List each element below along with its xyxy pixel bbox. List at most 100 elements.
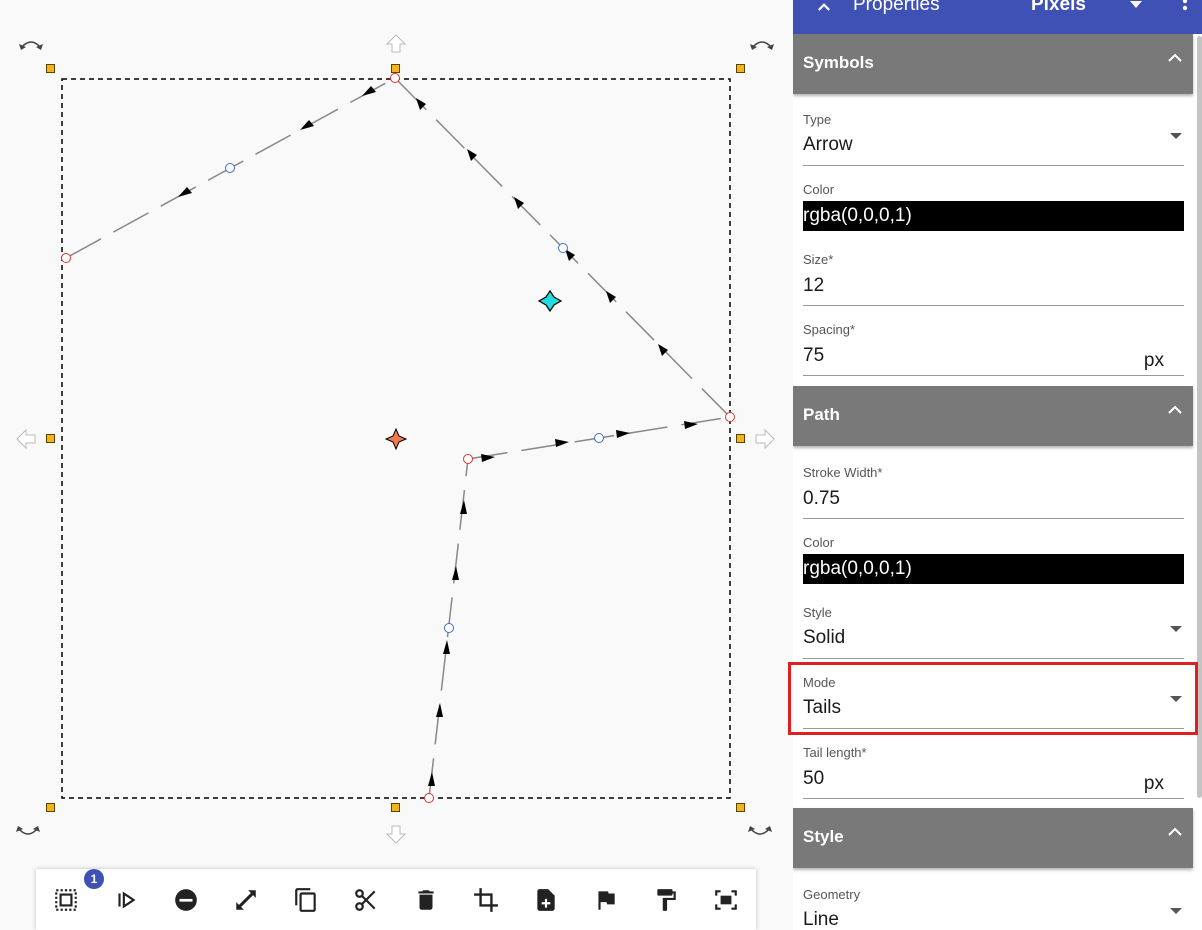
collapse-chevron-up-icon[interactable] xyxy=(815,0,833,16)
scale-handle-bottom-left[interactable] xyxy=(46,803,55,812)
path-style-select[interactable]: Style Solid xyxy=(803,605,1184,660)
rotate-handle-top-left-icon[interactable] xyxy=(19,41,43,50)
play-icon xyxy=(118,891,136,909)
arrow-symbol xyxy=(436,703,443,717)
format-paint-button[interactable] xyxy=(652,886,680,914)
units-dropdown-caret-icon[interactable] xyxy=(1129,0,1143,10)
resize-arrow-right-icon[interactable] xyxy=(755,428,775,450)
tail-length-input[interactable]: Tail length* 50 px xyxy=(803,745,1184,800)
midpoint-handle[interactable] xyxy=(594,433,604,443)
flag-button[interactable] xyxy=(592,886,620,914)
canvas-drawing xyxy=(16,34,775,844)
resize-arrow-left-icon[interactable] xyxy=(16,428,36,450)
scale-handle-bottom-right[interactable] xyxy=(736,803,745,812)
field-value: Arrow xyxy=(803,134,853,155)
scale-handle-left[interactable] xyxy=(46,434,55,443)
symbol-size-input[interactable]: Size* 12 xyxy=(803,252,1184,307)
vertex-point[interactable] xyxy=(390,73,400,83)
section-title: Style xyxy=(803,827,844,846)
vertex-point[interactable] xyxy=(725,412,735,422)
midpoint-handle[interactable] xyxy=(444,623,454,633)
field-label: Size* xyxy=(803,252,834,267)
arrow-symbol xyxy=(606,291,616,303)
field-unit: px xyxy=(1143,350,1164,371)
center-marker-icon[interactable] xyxy=(384,427,408,451)
note-add-icon xyxy=(537,889,555,911)
resize-arrow-up-icon[interactable] xyxy=(385,34,407,53)
vertex-point[interactable] xyxy=(61,253,71,263)
path-mode-select[interactable]: Mode Tails xyxy=(803,675,1184,730)
section-symbols-header[interactable]: Symbols xyxy=(793,34,1193,94)
more-vert-icon[interactable] xyxy=(1180,0,1190,18)
crop-icon xyxy=(474,888,498,912)
dropdown-caret-icon xyxy=(1170,696,1182,702)
field-label: Stroke Width* xyxy=(803,465,883,480)
resize-arrow-down-icon[interactable] xyxy=(385,825,407,844)
field-value: Tails xyxy=(803,697,842,718)
drawing-canvas[interactable] xyxy=(0,0,793,930)
scale-handle-bottom[interactable] xyxy=(391,803,400,812)
panel-header: Properties Pixels xyxy=(793,0,1202,34)
crop-button[interactable] xyxy=(472,886,500,914)
arrow-symbol xyxy=(443,640,450,654)
pivot-marker-icon[interactable] xyxy=(537,289,563,313)
delete-button[interactable] xyxy=(412,886,440,914)
add-page-button[interactable] xyxy=(532,886,560,914)
arrow-symbol xyxy=(555,439,569,447)
field-label: Type xyxy=(803,112,832,127)
arrow-symbol xyxy=(362,86,376,96)
field-value: 50 xyxy=(803,768,825,789)
format-paint-icon xyxy=(657,889,676,911)
scale-handle-top-right[interactable] xyxy=(736,64,745,73)
cut-button[interactable] xyxy=(352,886,380,914)
section-style-header[interactable]: Style xyxy=(793,808,1193,868)
field-label: Tail length* xyxy=(803,745,867,760)
arrow-symbol xyxy=(658,344,668,356)
dropdown-caret-icon xyxy=(1170,626,1182,632)
arrow-symbol xyxy=(428,772,435,786)
stroke-width-input[interactable]: Stroke Width* 0.75 xyxy=(803,465,1184,520)
symbol-color-field[interactable]: Color rgba(0,0,0,1) xyxy=(803,182,1184,234)
symbol-type-select[interactable]: Type Arrow xyxy=(803,112,1184,167)
scissors-icon xyxy=(355,889,376,911)
path-color-field[interactable]: Color rgba(0,0,0,1) xyxy=(803,535,1184,587)
chevron-up-icon xyxy=(1168,53,1182,62)
trash-icon xyxy=(418,890,434,910)
rotate-handle-top-right-icon[interactable] xyxy=(750,41,774,50)
copy-icon xyxy=(295,888,316,912)
section-title: Symbols xyxy=(803,53,874,72)
resize-button[interactable] xyxy=(232,886,260,914)
scale-handle-right[interactable] xyxy=(736,434,745,443)
play-button[interactable] xyxy=(112,886,140,914)
arrow-symbol xyxy=(178,187,192,197)
symbol-spacing-input[interactable]: Spacing* 75 px xyxy=(803,322,1184,377)
arrow-symbol xyxy=(460,500,467,514)
vertex-point[interactable] xyxy=(424,793,434,803)
remove-circle-icon xyxy=(175,889,197,911)
midpoint-handle[interactable] xyxy=(225,163,235,173)
copy-button[interactable] xyxy=(292,886,320,914)
scale-handle-top[interactable] xyxy=(391,64,400,73)
rotate-handle-bottom-left-icon[interactable] xyxy=(16,826,40,835)
scale-handle-top-left[interactable] xyxy=(46,64,55,73)
color-swatch[interactable]: rgba(0,0,0,1) xyxy=(803,201,1184,231)
field-value: Solid xyxy=(803,627,846,648)
select-all-button[interactable] xyxy=(52,886,80,914)
midpoint-handle[interactable] xyxy=(558,243,568,253)
geometry-select[interactable]: Geometry Line xyxy=(803,887,1184,930)
remove-button[interactable] xyxy=(172,886,200,914)
vertex-point[interactable] xyxy=(463,454,473,464)
section-path-header[interactable]: Path xyxy=(793,386,1193,446)
flag-icon xyxy=(598,891,615,910)
panel-title: Properties xyxy=(853,0,940,15)
dropdown-caret-icon xyxy=(1170,133,1182,139)
field-label: Color xyxy=(803,182,835,197)
field-value: Line xyxy=(803,909,839,930)
panel-scrollbar[interactable] xyxy=(1197,36,1202,798)
units-select[interactable]: Pixels xyxy=(1031,0,1086,16)
color-swatch[interactable]: rgba(0,0,0,1) xyxy=(803,554,1184,584)
select-all-icon xyxy=(55,889,77,911)
dropdown-caret-icon xyxy=(1170,908,1182,914)
fit-screen-button[interactable] xyxy=(712,886,740,914)
rotate-handle-bottom-right-icon[interactable] xyxy=(748,826,772,835)
